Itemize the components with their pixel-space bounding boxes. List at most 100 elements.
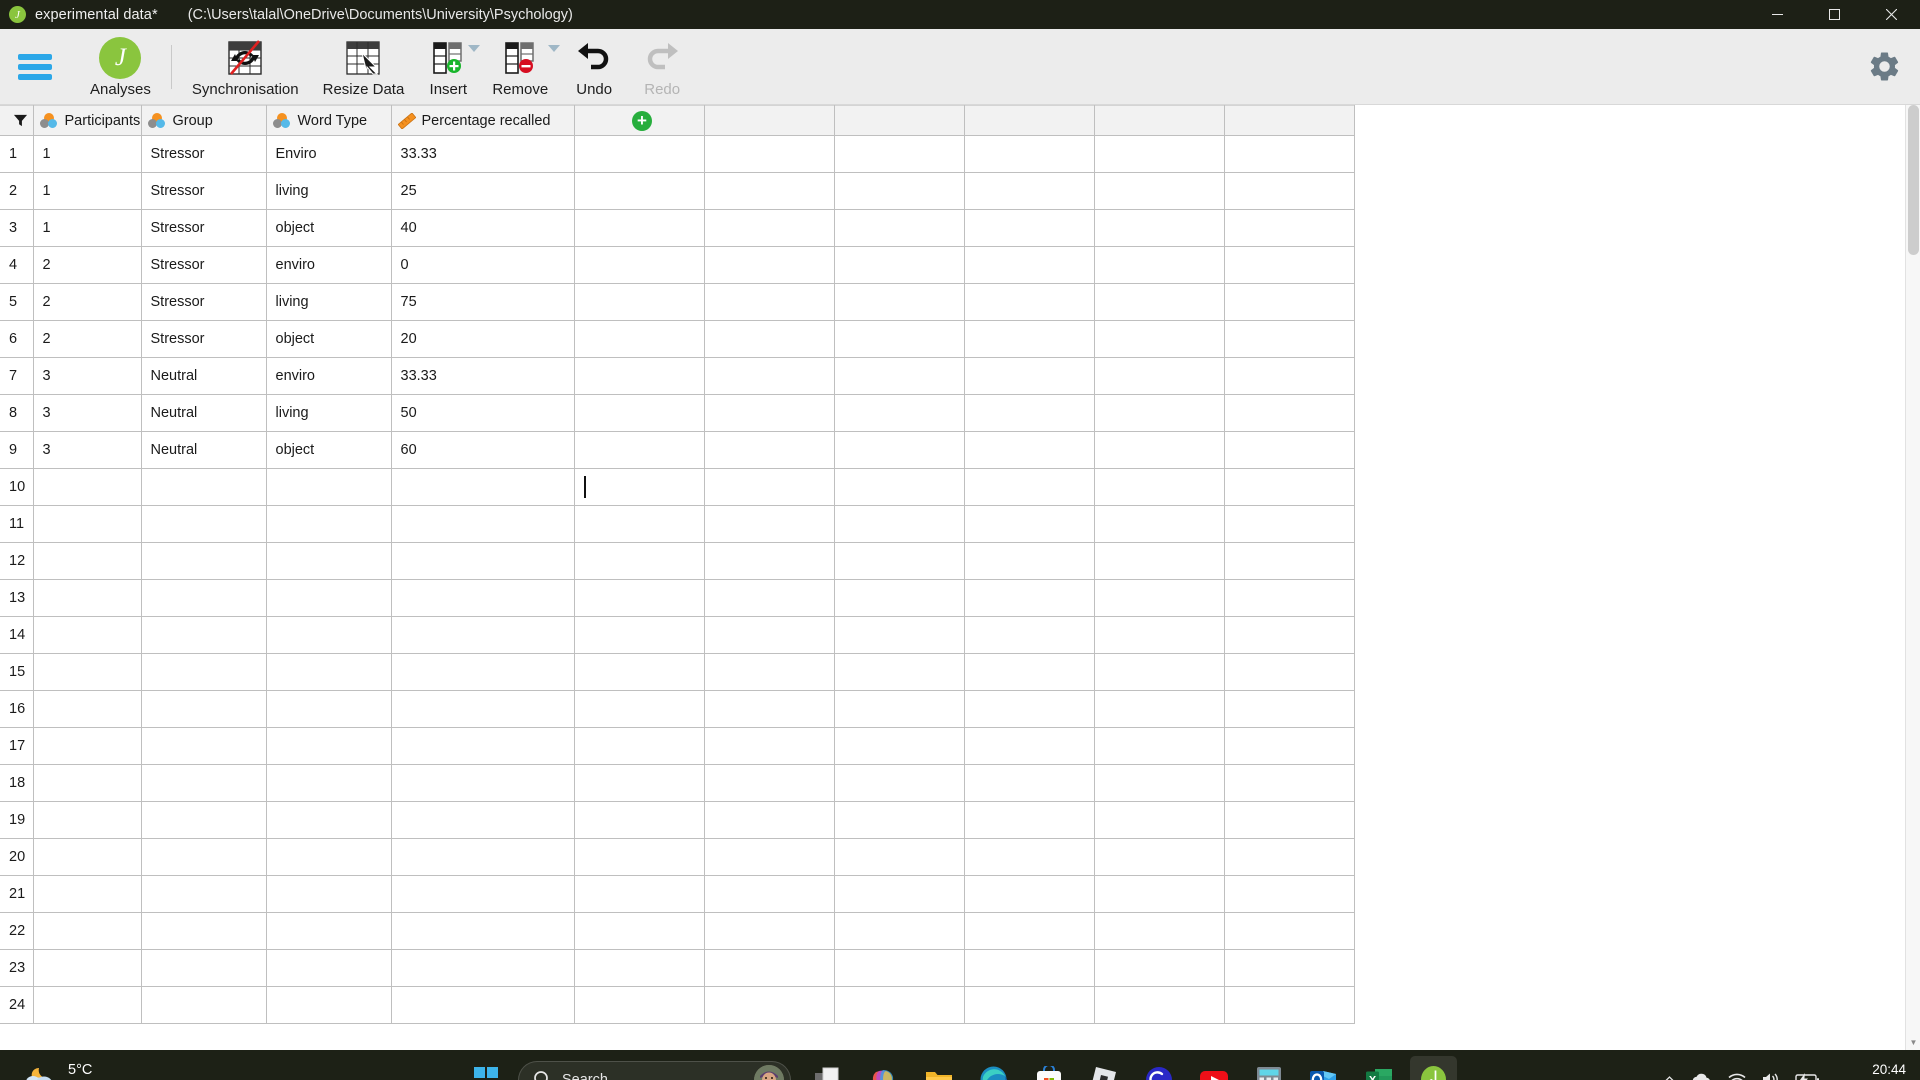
cell-empty[interactable] xyxy=(964,320,1095,358)
cell-empty[interactable] xyxy=(1094,505,1225,543)
cell-percentage[interactable] xyxy=(391,616,575,654)
cell-empty[interactable] xyxy=(964,135,1095,173)
cell-empty[interactable] xyxy=(704,135,835,173)
cell-empty[interactable] xyxy=(1224,653,1355,691)
cell-empty[interactable] xyxy=(1224,875,1355,913)
row-number[interactable]: 15 xyxy=(0,653,34,691)
row-number[interactable]: 11 xyxy=(0,505,34,543)
cell-empty[interactable] xyxy=(574,838,705,876)
row-number[interactable]: 1 xyxy=(0,135,34,173)
battery-charging-icon[interactable] xyxy=(1795,1072,1820,1080)
synchronisation-button[interactable]: Synchronisation xyxy=(180,29,311,105)
cell-group[interactable] xyxy=(141,801,267,839)
cell-empty[interactable] xyxy=(704,283,835,321)
taskbar-app-youtube[interactable] xyxy=(1190,1056,1237,1080)
cell-empty[interactable] xyxy=(964,283,1095,321)
cell-empty[interactable] xyxy=(834,838,965,876)
data-spreadsheet[interactable]: Participants Group Word Type Percentage … xyxy=(0,105,1920,1050)
row-number[interactable]: 12 xyxy=(0,542,34,580)
taskbar-app-microsoft-store[interactable] xyxy=(1025,1056,1072,1080)
cell-empty[interactable] xyxy=(574,875,705,913)
cell-empty[interactable] xyxy=(1224,357,1355,395)
cell-empty[interactable] xyxy=(1094,616,1225,654)
cell-empty[interactable] xyxy=(1224,209,1355,247)
taskbar-app-outlook[interactable] xyxy=(1300,1056,1347,1080)
cell-participants[interactable] xyxy=(33,764,142,802)
cell-empty[interactable] xyxy=(834,616,965,654)
cell-empty[interactable] xyxy=(1094,690,1225,728)
cell-participants[interactable] xyxy=(33,653,142,691)
cell-empty[interactable] xyxy=(1224,764,1355,802)
cell-empty[interactable] xyxy=(964,616,1095,654)
cell-word-type[interactable] xyxy=(266,505,392,543)
cell-empty[interactable] xyxy=(1094,394,1225,432)
cell-empty[interactable] xyxy=(964,172,1095,210)
cell-empty[interactable] xyxy=(834,320,965,358)
cell-empty[interactable] xyxy=(1224,986,1355,1024)
cell-group[interactable] xyxy=(141,764,267,802)
cell-empty[interactable] xyxy=(964,801,1095,839)
weather-widget[interactable]: 5°C Mostly cloudy xyxy=(22,1061,156,1080)
cell-participants[interactable]: 3 xyxy=(33,431,142,469)
cell-percentage[interactable]: 25 xyxy=(391,172,575,210)
chevron-down-icon[interactable] xyxy=(468,45,481,52)
cell-participants[interactable] xyxy=(33,505,142,543)
cell-empty[interactable] xyxy=(1094,653,1225,691)
cell-empty[interactable] xyxy=(1224,949,1355,987)
cell-participants[interactable] xyxy=(33,468,142,506)
cell-group[interactable] xyxy=(141,505,267,543)
cell-empty[interactable] xyxy=(964,394,1095,432)
empty-column-header[interactable] xyxy=(964,105,1095,136)
cell-empty[interactable] xyxy=(1224,431,1355,469)
cell-group[interactable]: Stressor xyxy=(141,135,267,173)
cell-empty[interactable] xyxy=(704,468,835,506)
cell-empty[interactable] xyxy=(574,986,705,1024)
taskbar-app-copilot[interactable] xyxy=(860,1056,907,1080)
taskbar-app-jasp[interactable] xyxy=(1410,1056,1457,1080)
add-column-header[interactable]: + xyxy=(574,105,705,136)
cell-empty[interactable] xyxy=(834,172,965,210)
cell-empty[interactable] xyxy=(574,542,705,580)
cell-empty[interactable] xyxy=(834,986,965,1024)
chevron-up-icon[interactable] xyxy=(1662,1072,1677,1080)
row-number[interactable]: 19 xyxy=(0,801,34,839)
cell-percentage[interactable] xyxy=(391,801,575,839)
cell-percentage[interactable]: 0 xyxy=(391,246,575,284)
cell-empty[interactable] xyxy=(574,690,705,728)
vertical-scrollbar[interactable]: ▲ ▼ xyxy=(1905,105,1920,1050)
cell-participants[interactable] xyxy=(33,875,142,913)
cell-percentage[interactable] xyxy=(391,653,575,691)
cell-empty[interactable] xyxy=(1224,320,1355,358)
cell-word-type[interactable]: Enviro xyxy=(266,135,392,173)
cell-group[interactable]: Neutral xyxy=(141,357,267,395)
cell-percentage[interactable]: 50 xyxy=(391,394,575,432)
cell-empty[interactable] xyxy=(574,394,705,432)
cell-word-type[interactable] xyxy=(266,912,392,950)
cell-empty[interactable] xyxy=(834,690,965,728)
taskbar-app-file-explorer[interactable] xyxy=(915,1056,962,1080)
cell-group[interactable] xyxy=(141,579,267,617)
cell-empty[interactable] xyxy=(834,801,965,839)
cell-group[interactable]: Stressor xyxy=(141,246,267,284)
cell-empty[interactable] xyxy=(704,875,835,913)
cell-empty[interactable] xyxy=(704,579,835,617)
row-number[interactable]: 16 xyxy=(0,690,34,728)
cell-participants[interactable]: 3 xyxy=(33,357,142,395)
cell-empty[interactable] xyxy=(1224,172,1355,210)
cell-empty[interactable] xyxy=(704,801,835,839)
cell-empty[interactable] xyxy=(1224,542,1355,580)
minimize-button[interactable] xyxy=(1749,0,1806,29)
cell-percentage[interactable]: 75 xyxy=(391,283,575,321)
row-number[interactable]: 8 xyxy=(0,394,34,432)
cell-percentage[interactable] xyxy=(391,505,575,543)
row-number[interactable]: 7 xyxy=(0,357,34,395)
cell-empty[interactable] xyxy=(834,209,965,247)
cell-word-type[interactable]: object xyxy=(266,431,392,469)
wifi-icon[interactable] xyxy=(1727,1072,1747,1080)
cell-group[interactable] xyxy=(141,986,267,1024)
cell-word-type[interactable] xyxy=(266,468,392,506)
cell-empty[interactable] xyxy=(964,912,1095,950)
cell-group[interactable]: Stressor xyxy=(141,320,267,358)
cell-empty[interactable] xyxy=(964,468,1095,506)
cell-empty[interactable] xyxy=(1094,468,1225,506)
